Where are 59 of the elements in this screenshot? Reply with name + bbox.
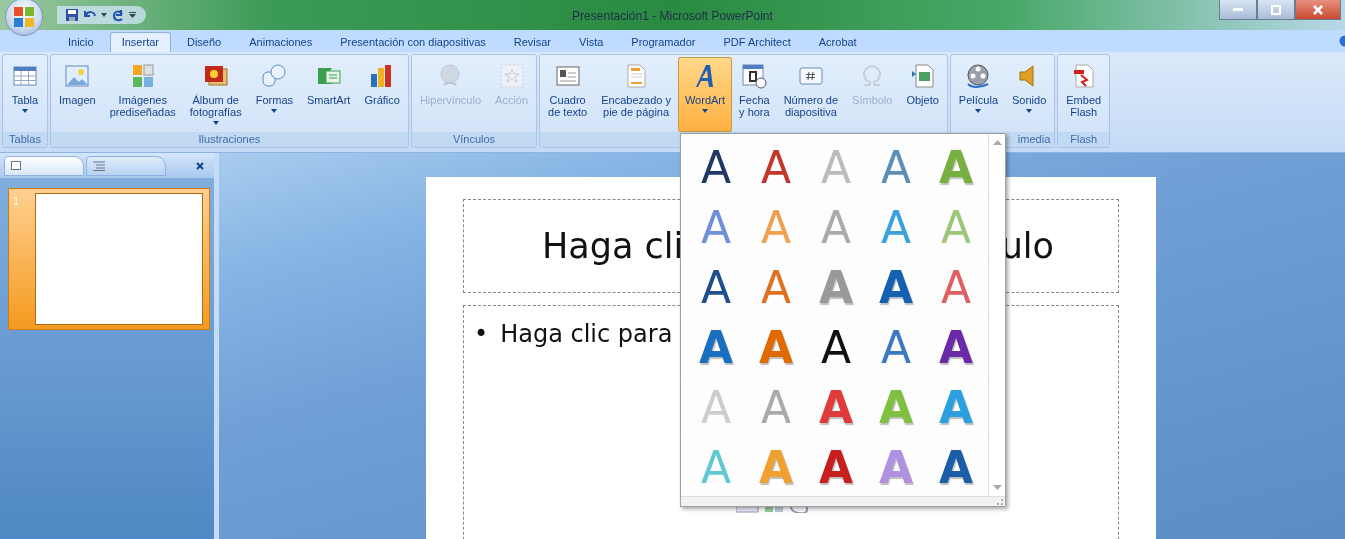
customize-caret-icon[interactable] xyxy=(129,12,136,18)
ribbon-button[interactable]: Imágenes prediseñadas xyxy=(102,57,183,132)
ribbon-button[interactable]: Película xyxy=(951,57,1005,132)
slides-tab[interactable] xyxy=(4,155,84,176)
ribbon-button[interactable]: WordArt xyxy=(677,57,733,132)
ribbon-button[interactable]: Formas xyxy=(248,57,301,132)
close-button[interactable] xyxy=(1295,0,1341,20)
ribbon-button[interactable]: Embed Flash xyxy=(1059,57,1109,132)
redo-icon[interactable] xyxy=(111,8,125,22)
ribbon-button[interactable]: Tabla xyxy=(4,57,46,132)
ribbon-tab[interactable]: Revisar xyxy=(501,32,564,52)
group-label: Flash xyxy=(1070,133,1098,145)
ribbon-tab[interactable]: Acrobat xyxy=(806,32,869,52)
office-logo-icon xyxy=(13,6,35,28)
shapes-icon xyxy=(260,62,289,90)
group-label: Ilustraciones xyxy=(198,133,261,145)
caret-icon[interactable] xyxy=(101,13,107,17)
ribbon-tab[interactable]: Vista xyxy=(567,32,616,52)
slide-icon xyxy=(11,161,21,170)
list-icon xyxy=(93,160,105,171)
resize-grip-icon[interactable] xyxy=(997,498,1003,505)
save-icon[interactable] xyxy=(65,8,79,22)
office-button[interactable] xyxy=(5,0,43,36)
ribbon-button[interactable]: Encabezado y pie de página xyxy=(594,57,678,132)
ribbon-button[interactable]: Gráfico xyxy=(357,57,407,132)
minimize-button[interactable] xyxy=(1219,0,1257,20)
ribbon-button[interactable]: Objeto xyxy=(899,57,946,132)
ribbon-button[interactable]: SmartArt xyxy=(300,57,358,132)
ribbon-tab[interactable]: PDF Architect xyxy=(711,32,803,52)
ribbon-button[interactable]: Imagen xyxy=(52,57,103,132)
ribbon-button[interactable]: Cuadro de texto xyxy=(541,57,595,132)
bullet: • xyxy=(474,320,489,348)
group-label: Tablas xyxy=(9,133,41,145)
window-title: Presentación1 - Microsoft PowerPoint xyxy=(572,9,773,23)
ribbon-button[interactable]: Sonido xyxy=(1005,57,1054,132)
restore-button[interactable] xyxy=(1257,0,1295,20)
close-icon[interactable] xyxy=(196,161,204,170)
slide-number: 1 xyxy=(12,194,21,209)
title-text: Haga cli xyxy=(542,226,684,266)
ribbon-button[interactable]: Número de diapositiva xyxy=(776,57,846,132)
scroll-up-icon[interactable] xyxy=(992,140,1002,145)
scroll-down-icon[interactable] xyxy=(992,485,1002,490)
picture-icon xyxy=(63,62,92,90)
minimize-icon xyxy=(1233,8,1243,11)
calendar-icon xyxy=(740,62,769,90)
group-label: imedia xyxy=(1017,133,1051,145)
ribbon-button[interactable]: Álbum de fotografías xyxy=(182,57,249,132)
ribbon-tab[interactable]: Programador xyxy=(619,32,708,52)
ribbon-button[interactable]: Fecha y hora xyxy=(732,57,777,132)
body-text: Haga clic para xyxy=(500,320,673,348)
close-icon xyxy=(1313,4,1323,15)
ribbon-tab[interactable]: Inicio xyxy=(56,32,106,52)
slide-thumbnail[interactable] xyxy=(35,193,203,325)
ribbon-tab[interactable]: Insertar xyxy=(109,32,171,52)
ribbon-tab[interactable]: Diseño xyxy=(175,32,234,52)
ribbon-tab[interactable]: Animaciones xyxy=(237,32,325,52)
group-label: Vínculos xyxy=(452,133,496,145)
ribbon-tab[interactable]: Presentación con diapositivas xyxy=(328,32,498,52)
restore-icon xyxy=(1271,4,1281,15)
